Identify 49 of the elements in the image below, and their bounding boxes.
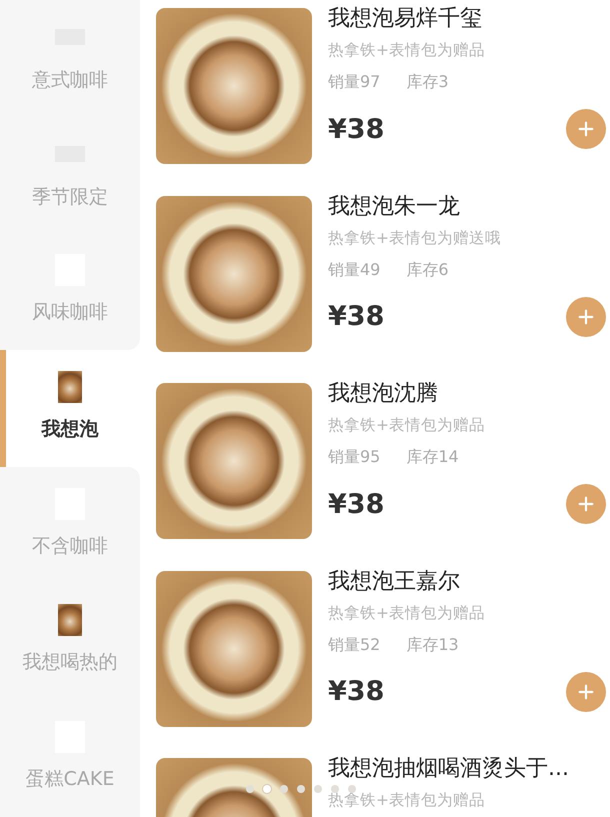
- sales-count: 销量95: [328, 447, 380, 468]
- category-label: 意式咖啡: [32, 68, 108, 93]
- category-item[interactable]: 季节限定: [0, 116, 140, 234]
- plus-icon: [577, 682, 595, 700]
- category-label: 蛋糕CAKE: [26, 767, 114, 792]
- page-dot[interactable]: [314, 785, 322, 793]
- category-item[interactable]: 风味咖啡: [0, 233, 140, 350]
- add-button[interactable]: [566, 296, 606, 336]
- category-label: 季节限定: [32, 184, 108, 210]
- product-name: 我想泡抽烟喝酒烫头于...: [328, 756, 570, 782]
- product-price: ¥38: [328, 114, 384, 144]
- page-dot[interactable]: [331, 785, 339, 793]
- stock-count: 库存14: [406, 447, 459, 468]
- stock-count: 库存6: [406, 260, 449, 280]
- product-name: 我想泡易烊千玺: [328, 6, 483, 32]
- category-item[interactable]: 我想喝热的: [0, 583, 140, 700]
- category-item[interactable]: 意式咖啡: [0, 0, 140, 117]
- product-description: 热拿铁+表情包为赠品: [328, 415, 486, 436]
- category-label: 风味咖啡: [32, 300, 108, 326]
- add-button[interactable]: [566, 672, 606, 712]
- category-thumbnail: [58, 604, 82, 636]
- sales-count: 销量52: [328, 634, 380, 656]
- add-button[interactable]: [566, 484, 606, 524]
- category-label: 我想喝热的: [22, 650, 118, 676]
- product-price: ¥38: [328, 488, 384, 520]
- sales-count: 销量97: [328, 72, 380, 93]
- sales-count: 销量49: [328, 260, 380, 280]
- product-price: ¥38: [328, 301, 384, 332]
- category-label: 不含咖啡: [32, 534, 108, 559]
- product-name: 我想泡沈腾: [328, 381, 439, 407]
- plus-icon: [577, 120, 595, 138]
- add-button[interactable]: [566, 109, 606, 149]
- product-description: 热拿铁+表情包为赠品: [328, 40, 486, 61]
- plus-icon: [577, 495, 595, 513]
- category-label: 我想泡: [42, 417, 98, 442]
- stock-count: 库存3: [406, 72, 449, 93]
- product-name: 我想泡王嘉尔: [328, 568, 461, 594]
- page-dot[interactable]: [348, 785, 356, 793]
- stock-count: 库存13: [406, 634, 459, 656]
- category-item[interactable]: 蛋糕CAKE: [0, 700, 140, 817]
- category-item[interactable]: 不含咖啡: [0, 466, 140, 584]
- product-description: 热拿铁+表情包为赠送哦: [328, 228, 502, 248]
- plus-icon: [577, 308, 595, 326]
- page-dot[interactable]: [263, 785, 271, 793]
- product-description: 热拿铁+表情包为赠品: [328, 602, 486, 624]
- product-price: ¥38: [328, 676, 384, 707]
- category-thumbnail: [58, 371, 82, 404]
- product-name: 我想泡朱一龙: [328, 194, 461, 220]
- product-description: 热拿铁+表情包为赠品: [328, 790, 486, 811]
